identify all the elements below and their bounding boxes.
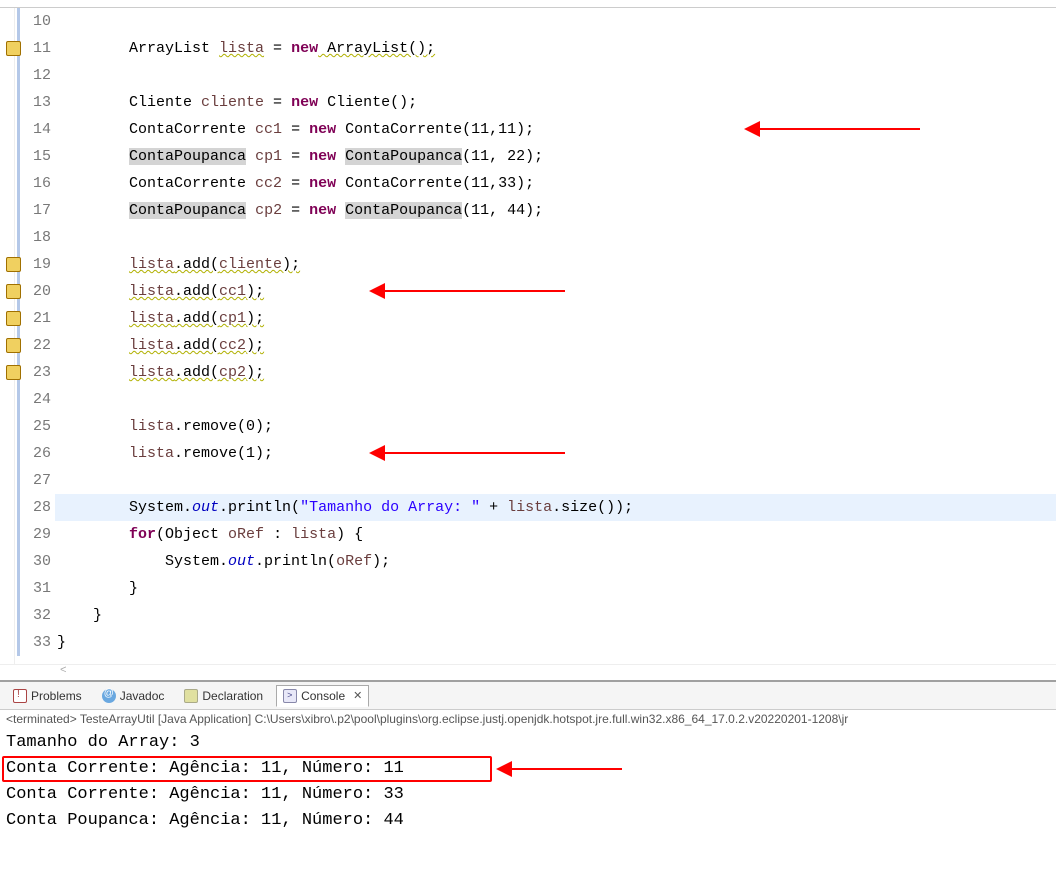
line-number: 31 (15, 575, 51, 602)
line-number: 14 (15, 116, 51, 143)
annotation-arrow-icon (760, 128, 920, 130)
line-number: 18 (15, 224, 51, 251)
close-icon[interactable]: ✕ (353, 689, 362, 702)
line-number: 13 (15, 89, 51, 116)
problems-icon (13, 689, 27, 703)
annotation-arrow-icon (385, 452, 565, 454)
annotation-highlight-box (2, 756, 492, 782)
line-number: 10 (15, 8, 51, 35)
line-number: 24 (15, 386, 51, 413)
tab-javadoc[interactable]: Javadoc (95, 685, 172, 707)
line-number-gutter: 1011121314151617181920212223242526272829… (15, 8, 55, 664)
line-number: 11 (15, 35, 51, 62)
bottom-panel: Problems Javadoc Declaration Console ✕ <t… (0, 680, 1056, 885)
line-number: 19 (15, 251, 51, 278)
tab-console[interactable]: Console ✕ (276, 685, 369, 707)
console-line: Conta Poupanca: Agência: 11, Número: 44 (6, 808, 1050, 834)
code-editor[interactable]: 1011121314151617181920212223242526272829… (0, 8, 1056, 664)
code-area[interactable]: ArrayList lista = new ArrayList(); Clien… (55, 8, 1056, 664)
line-number: 25 (15, 413, 51, 440)
line-number: 26 (15, 440, 51, 467)
javadoc-icon (102, 689, 116, 703)
console-line: Conta Corrente: Agência: 11, Número: 33 (6, 782, 1050, 808)
folding-ruler (0, 8, 15, 664)
line-number: 21 (15, 305, 51, 332)
line-number: 33 (15, 629, 51, 656)
line-number: 30 (15, 548, 51, 575)
line-number: 28 (15, 494, 51, 521)
line-number: 27 (15, 467, 51, 494)
line-number: 16 (15, 170, 51, 197)
console-icon (283, 689, 297, 703)
panel-tab-bar: Problems Javadoc Declaration Console ✕ (0, 682, 1056, 710)
line-number: 23 (15, 359, 51, 386)
tab-problems[interactable]: Problems (6, 685, 89, 707)
annotation-arrow-icon (385, 290, 565, 292)
tab-label: Declaration (202, 689, 263, 703)
annotation-arrow-icon (512, 768, 622, 770)
console-line: Tamanho do Array: 3 (6, 730, 1050, 756)
console-output[interactable]: Tamanho do Array: 3 Conta Corrente: Agên… (0, 728, 1056, 836)
tab-declaration[interactable]: Declaration (177, 685, 270, 707)
line-number: 20 (15, 278, 51, 305)
tab-label: Problems (31, 689, 82, 703)
line-number: 22 (15, 332, 51, 359)
line-number: 15 (15, 143, 51, 170)
line-number: 29 (15, 521, 51, 548)
declaration-icon (184, 689, 198, 703)
tab-label: Javadoc (120, 689, 165, 703)
line-number: 32 (15, 602, 51, 629)
console-launch-info: <terminated> TesteArrayUtil [Java Applic… (0, 710, 1056, 728)
scroll-indicator: < (0, 664, 1056, 680)
line-number: 17 (15, 197, 51, 224)
line-number: 12 (15, 62, 51, 89)
tab-label: Console (301, 689, 345, 703)
editor-tab-bar (0, 0, 1056, 8)
